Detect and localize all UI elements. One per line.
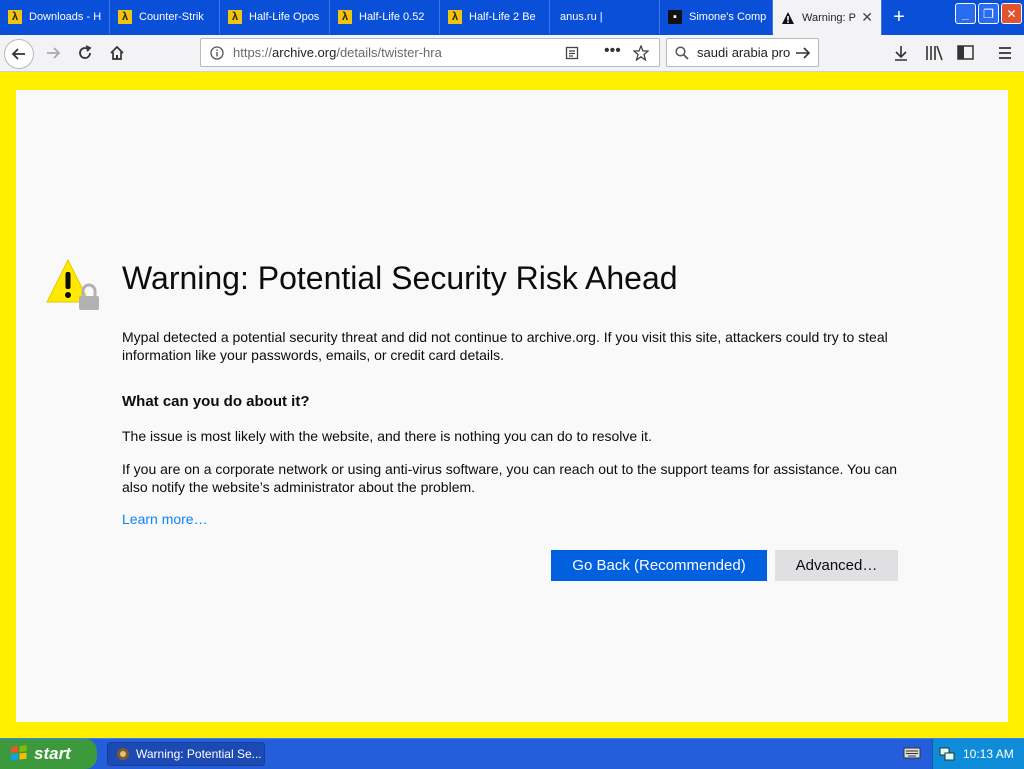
tab-label: Half-Life 0.52 (359, 11, 425, 23)
tab-downloads[interactable]: λ Downloads - H (0, 0, 110, 34)
taskbar-item-browser[interactable]: Warning: Potential Se... (107, 742, 265, 766)
home-icon (110, 45, 124, 60)
tab-label: anus.ru | (560, 11, 603, 23)
warning-lock-icon (46, 258, 99, 310)
arrow-right-icon (47, 47, 61, 59)
go-back-button[interactable]: Go Back (Recommended) (551, 550, 767, 581)
tab-label: Warning: P (802, 11, 857, 24)
go-arrow-icon[interactable] (795, 46, 811, 60)
url-host: archive.org (272, 45, 337, 60)
tab-warning-active[interactable]: Warning: P ✕ (773, 0, 882, 35)
clock: 10:13 AM (963, 747, 1014, 761)
windows-logo-icon (11, 745, 27, 761)
search-icon (675, 46, 689, 60)
network-icon[interactable] (939, 747, 955, 761)
advanced-button[interactable]: Advanced… (775, 550, 898, 581)
tab-simones-comp[interactable]: ▪ Simone's Comp (660, 0, 773, 34)
back-button[interactable] (4, 39, 34, 69)
url-scheme: https:// (233, 45, 273, 60)
tab-label: Downloads - H (29, 11, 102, 23)
tab-anus-ru[interactable]: anus.ru | (550, 0, 660, 34)
half-life-lambda-icon: λ (118, 10, 132, 24)
hamburger-menu-icon[interactable] (997, 45, 1013, 61)
tab-strip: λ Downloads - H λ Counter-Strik λ Half-L… (0, 0, 1024, 35)
description-paragraph: Mypal detected a potential security thre… (122, 329, 888, 363)
reader-view-icon[interactable] (565, 46, 579, 60)
warning-icon (782, 11, 794, 24)
half-life-lambda-icon: λ (448, 10, 462, 24)
search-bar[interactable]: saudi arabia pro (666, 38, 819, 67)
close-tab-icon[interactable]: ✕ (861, 9, 873, 26)
tab-label: Simone's Comp (689, 11, 767, 23)
system-tray: 10:13 AM (932, 739, 1024, 769)
start-button[interactable]: start (0, 739, 97, 769)
tab-half-life-opos[interactable]: λ Half-Life Opos (220, 0, 330, 34)
maximize-button[interactable]: ❐ (978, 3, 999, 24)
page-actions-icon[interactable]: ••• (604, 42, 621, 60)
reload-icon (79, 45, 92, 59)
arrow-left-icon (11, 48, 25, 60)
search-input[interactable]: saudi arabia pro (697, 45, 790, 60)
download-icon[interactable] (893, 45, 909, 61)
section-heading: What can you do about it? (122, 393, 310, 410)
half-life-lambda-icon: λ (338, 10, 352, 24)
site-favicon-dark: ▪ (668, 10, 682, 24)
forward-button[interactable] (38, 38, 68, 68)
browser-icon (117, 748, 129, 760)
new-tab-button[interactable]: + (882, 0, 916, 34)
tab-half-life-2-beta[interactable]: λ Half-Life 2 Be (440, 0, 550, 34)
url-path: /details/twister-hra (336, 45, 442, 60)
home-button[interactable] (102, 38, 132, 68)
half-life-lambda-icon: λ (8, 10, 22, 24)
bookmark-star-icon[interactable] (633, 45, 649, 61)
resolution-paragraph: The issue is most likely with the websit… (122, 428, 652, 444)
navigation-toolbar: https://archive.org/details/twister-hra … (0, 35, 1024, 72)
tab-label: Half-Life 2 Be (469, 11, 536, 23)
tab-half-life-052[interactable]: λ Half-Life 0.52 (330, 0, 440, 34)
sidebar-toggle-icon[interactable] (957, 45, 974, 60)
content-frame: Warning: Potential Security Risk Ahead M… (0, 72, 1024, 738)
page-title: Warning: Potential Security Risk Ahead (122, 260, 678, 296)
tab-label: Counter-Strik (139, 11, 204, 23)
reload-button[interactable] (70, 38, 100, 68)
url-text: https://archive.org/details/twister-hra (233, 45, 442, 60)
error-page: Warning: Potential Security Risk Ahead M… (16, 90, 1008, 722)
start-label: start (34, 744, 71, 763)
url-bar[interactable]: https://archive.org/details/twister-hra … (200, 38, 660, 67)
library-icon[interactable] (925, 45, 943, 61)
close-window-button[interactable]: ✕ (1001, 3, 1022, 24)
learn-more-link[interactable]: Learn more… (122, 511, 208, 527)
keyboard-icon[interactable] (903, 746, 921, 760)
tab-label: Half-Life Opos (249, 11, 320, 23)
support-paragraph: If you are on a corporate network or usi… (122, 461, 898, 495)
info-icon[interactable] (210, 46, 224, 60)
taskbar-item-label: Warning: Potential Se... (136, 747, 262, 761)
taskbar: start Warning: Potential Se... 10:13 AM (0, 738, 1024, 769)
tab-counter-strike[interactable]: λ Counter-Strik (110, 0, 220, 34)
minimize-button[interactable]: _ (955, 3, 976, 24)
half-life-lambda-icon: λ (228, 10, 242, 24)
